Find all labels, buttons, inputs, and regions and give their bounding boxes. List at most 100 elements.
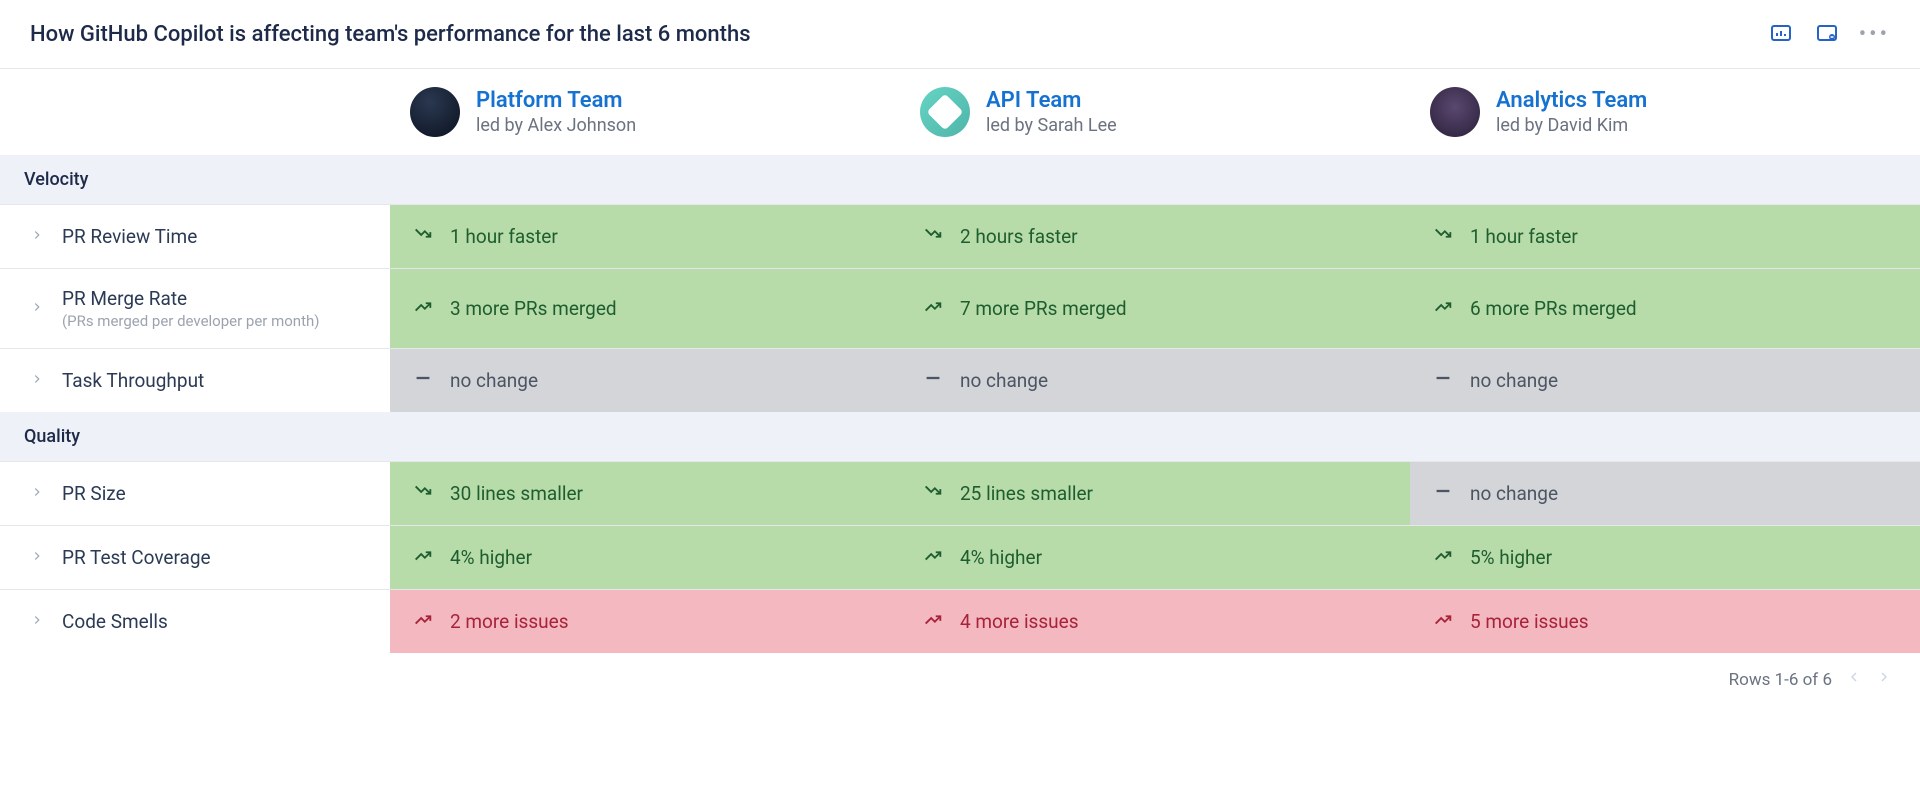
metric-value-cell: no change (390, 349, 900, 412)
metric-row: PR Review Time 1 hour faster 2 hours faste… (0, 204, 1920, 268)
trend-up-icon (1432, 608, 1454, 635)
metric-value-text: 2 more issues (450, 610, 569, 633)
metric-value-cell: 5 more issues (1410, 590, 1920, 653)
metric-row: PR Size 30 lines smaller 25 lines smaller n… (0, 461, 1920, 525)
metric-expand-toggle[interactable]: PR Merge Rate (PRs merged per developer p… (0, 269, 390, 348)
section-header: Velocity (0, 155, 1920, 204)
trend-up-icon (922, 295, 944, 322)
metric-label: Code Smells (62, 610, 168, 633)
metric-value-text: 4% higher (960, 546, 1042, 569)
section-label: Quality (24, 426, 80, 447)
metric-expand-toggle[interactable]: PR Size (0, 462, 390, 525)
team-name-link[interactable]: Platform Team (476, 88, 636, 113)
metric-value-text: 3 more PRs merged (450, 297, 617, 320)
metric-value-cell: 6 more PRs merged (1410, 269, 1920, 348)
trend-flat-icon (1432, 480, 1454, 507)
section-label: Velocity (24, 169, 88, 190)
trend-up-icon (922, 544, 944, 571)
more-menu-icon[interactable]: ••• (1859, 22, 1890, 47)
trend-flat-icon (412, 367, 434, 394)
metric-row: PR Test Coverage 4% higher 4% higher 5% hig… (0, 525, 1920, 589)
next-page-button[interactable] (1876, 669, 1892, 690)
metric-row: PR Merge Rate (PRs merged per developer p… (0, 268, 1920, 348)
page-header: How GitHub Copilot is affecting team's p… (0, 0, 1920, 69)
metric-expand-toggle[interactable]: PR Test Coverage (0, 526, 390, 589)
chevron-right-icon (30, 547, 44, 568)
chevron-right-icon (30, 370, 44, 391)
metric-value-cell: 3 more PRs merged (390, 269, 900, 348)
metric-label: PR Merge Rate (62, 287, 319, 310)
trend-up-icon (922, 608, 944, 635)
chevron-right-icon (30, 298, 44, 319)
metric-value-cell: 1 hour faster (1410, 205, 1920, 268)
trend-down-icon (922, 480, 944, 507)
metric-expand-toggle[interactable]: Task Throughput (0, 349, 390, 412)
metric-value-cell: no change (1410, 462, 1920, 525)
trend-flat-icon (922, 367, 944, 394)
metric-value-cell: 5% higher (1410, 526, 1920, 589)
metric-value-text: 4% higher (450, 546, 532, 569)
metric-label: PR Review Time (62, 225, 197, 248)
metric-value-text: no change (960, 369, 1048, 392)
team-header-analytics: Analytics Team led by David Kim (1410, 87, 1920, 137)
metric-value-cell: 1 hour faster (390, 205, 900, 268)
team-name-link[interactable]: Analytics Team (1496, 88, 1647, 113)
team-lead-label: led by Sarah Lee (986, 115, 1117, 136)
metric-sublabel: (PRs merged per developer per month) (62, 312, 319, 330)
metric-value-cell: 4% higher (390, 526, 900, 589)
avatar (1430, 87, 1480, 137)
chevron-right-icon (30, 226, 44, 247)
metric-value-cell: 2 hours faster (900, 205, 1410, 268)
metric-value-cell: no change (900, 349, 1410, 412)
trend-up-icon (1432, 544, 1454, 571)
metric-row: Code Smells 2 more issues 4 more issues 5 m… (0, 589, 1920, 653)
chevron-right-icon (30, 483, 44, 504)
table-footer: Rows 1-6 of 6 (0, 653, 1920, 706)
metric-value-text: 5 more issues (1470, 610, 1589, 633)
header-actions: ••• (1767, 20, 1890, 48)
trend-up-icon (412, 544, 434, 571)
team-header-api: API Team led by Sarah Lee (900, 87, 1410, 137)
metric-value-text: 25 lines smaller (960, 482, 1093, 505)
team-name-link[interactable]: API Team (986, 88, 1117, 113)
avatar (410, 87, 460, 137)
metric-value-cell: 30 lines smaller (390, 462, 900, 525)
present-chart-icon[interactable] (1767, 20, 1795, 48)
metric-value-text: 6 more PRs merged (1470, 297, 1637, 320)
team-header-row: Platform Team led by Alex Johnson API Te… (0, 69, 1920, 155)
trend-down-icon (412, 480, 434, 507)
row-range-label: Rows 1-6 of 6 (1729, 670, 1832, 690)
metric-value-text: 1 hour faster (450, 225, 558, 248)
metric-value-text: 2 hours faster (960, 225, 1078, 248)
metric-row: Task Throughput no change no change no chan… (0, 348, 1920, 412)
metric-value-text: 30 lines smaller (450, 482, 583, 505)
chevron-right-icon (30, 611, 44, 632)
section-header: Quality (0, 412, 1920, 461)
metric-value-text: 5% higher (1470, 546, 1552, 569)
trend-up-icon (412, 295, 434, 322)
team-header-platform: Platform Team led by Alex Johnson (390, 87, 900, 137)
metric-value-cell: 2 more issues (390, 590, 900, 653)
metric-value-text: no change (1470, 482, 1558, 505)
metric-label: PR Size (62, 482, 126, 505)
metric-value-text: no change (1470, 369, 1558, 392)
trend-up-icon (412, 608, 434, 635)
metric-value-text: 7 more PRs merged (960, 297, 1127, 320)
metric-expand-toggle[interactable]: PR Review Time (0, 205, 390, 268)
metric-value-cell: 7 more PRs merged (900, 269, 1410, 348)
team-lead-label: led by Alex Johnson (476, 115, 636, 136)
avatar (920, 87, 970, 137)
trend-down-icon (922, 223, 944, 250)
trend-down-icon (412, 223, 434, 250)
metric-value-cell: 25 lines smaller (900, 462, 1410, 525)
comment-card-icon[interactable] (1813, 20, 1841, 48)
page-title: How GitHub Copilot is affecting team's p… (30, 22, 751, 47)
trend-down-icon (1432, 223, 1454, 250)
metric-expand-toggle[interactable]: Code Smells (0, 590, 390, 653)
metric-label: Task Throughput (62, 369, 204, 392)
trend-flat-icon (1432, 367, 1454, 394)
team-lead-label: led by David Kim (1496, 115, 1647, 136)
prev-page-button[interactable] (1846, 669, 1862, 690)
metric-value-text: 4 more issues (960, 610, 1079, 633)
trend-up-icon (1432, 295, 1454, 322)
